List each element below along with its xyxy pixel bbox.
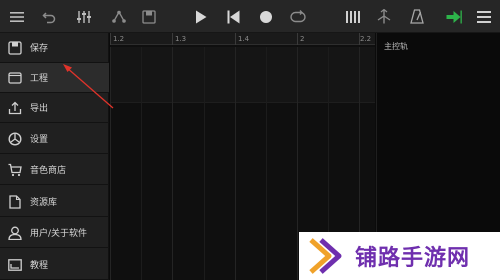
ruler-tick: 2 <box>300 35 305 43</box>
user-icon <box>0 218 30 248</box>
timeline-ruler[interactable]: 1.2 1.3 1.4 2 2.2 <box>110 33 375 45</box>
loop-icon[interactable] <box>286 0 310 33</box>
menu-label-settings: 设置 <box>30 135 49 145</box>
menu-label-tutorial: 教程 <box>30 261 49 271</box>
menu-item-user-about[interactable]: 用户/关于软件 <box>0 218 109 248</box>
master-track-label: 主控轨 <box>384 42 408 51</box>
watermark-logo <box>309 238 342 274</box>
menu-item-sound-store[interactable]: 音色商店 <box>0 155 109 185</box>
routing-icon[interactable] <box>107 0 131 33</box>
metronome-icon[interactable] <box>405 0 429 33</box>
menu-item-save[interactable]: 保存 <box>0 33 109 63</box>
piano-icon[interactable] <box>341 0 365 33</box>
list-icon[interactable] <box>472 0 496 33</box>
settings-icon <box>0 124 30 154</box>
export-arrow-icon[interactable] <box>442 0 466 33</box>
top-toolbar <box>0 0 500 33</box>
rewind-icon[interactable] <box>221 0 245 33</box>
menu-icon[interactable] <box>5 0 29 33</box>
folder-icon <box>0 63 30 93</box>
menu-item-settings[interactable]: 设置 <box>0 124 109 154</box>
document-icon <box>0 187 30 217</box>
save-icon <box>0 33 30 63</box>
annotation-arrow <box>63 64 114 109</box>
tune-icon[interactable] <box>372 0 396 33</box>
site-watermark: 铺路手游网 <box>299 232 500 280</box>
share-icon <box>0 93 30 123</box>
menu-item-tutorial[interactable]: 教程 <box>0 250 109 280</box>
record-icon[interactable] <box>254 0 278 33</box>
menu-label-export: 导出 <box>30 104 49 114</box>
track-lane[interactable] <box>110 47 375 103</box>
undo-icon[interactable] <box>37 0 61 33</box>
menu-label-project: 工程 <box>30 74 49 84</box>
watermark-text: 铺路手游网 <box>355 246 471 271</box>
menu-item-library[interactable]: 资源库 <box>0 187 109 217</box>
ruler-tick: 1.2 <box>113 35 125 43</box>
ruler-tick: 1.3 <box>175 35 187 43</box>
save-icon[interactable] <box>137 0 161 33</box>
tutorial-icon <box>0 250 30 280</box>
ruler-tick: 2.2 <box>360 35 372 43</box>
mixer-icon[interactable] <box>72 0 96 33</box>
cart-icon <box>0 155 30 185</box>
menu-label-save: 保存 <box>30 44 49 54</box>
menu-label-library: 资源库 <box>30 198 58 208</box>
play-icon[interactable] <box>189 0 213 33</box>
ruler-tick: 1.4 <box>238 35 250 43</box>
menu-label-sound-store: 音色商店 <box>30 166 67 176</box>
menu-label-user-about: 用户/关于软件 <box>30 229 88 239</box>
